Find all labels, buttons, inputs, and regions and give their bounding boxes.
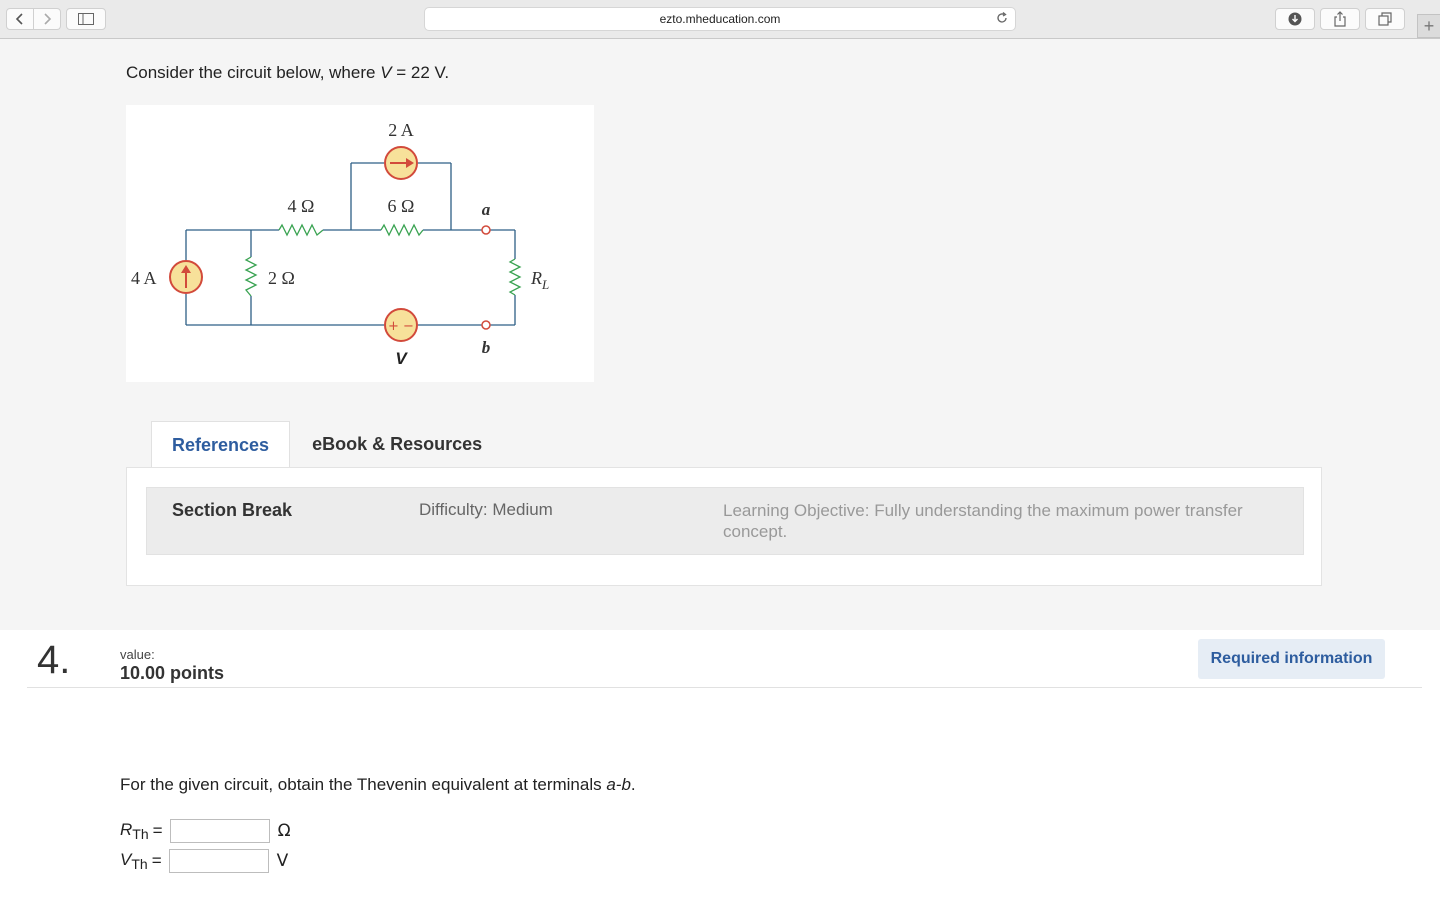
voltage-source: + − bbox=[384, 308, 418, 342]
forward-button[interactable] bbox=[34, 8, 61, 30]
label-voltage: V bbox=[395, 349, 408, 368]
answer-row-rth: RTh = Ω bbox=[120, 818, 291, 844]
plus-icon: + bbox=[1423, 15, 1435, 36]
question-4: 4. value: 10.00 points Required informat… bbox=[0, 630, 1440, 900]
voltage-polarity: + − bbox=[388, 319, 414, 334]
resistor-load bbox=[508, 258, 522, 296]
label-load: RL bbox=[530, 268, 549, 292]
download-icon bbox=[1288, 12, 1302, 26]
chevron-left-icon bbox=[15, 13, 23, 25]
label-4-ohm: 4 Ω bbox=[288, 196, 315, 216]
question-prompt: For the given circuit, obtain the Theven… bbox=[120, 775, 636, 795]
resistor-2-ohm bbox=[244, 256, 258, 297]
vth-symbol: VTh bbox=[120, 850, 148, 872]
label-node-a: a bbox=[482, 200, 491, 219]
ohm-unit: Ω bbox=[277, 821, 291, 841]
current-source-2a bbox=[384, 146, 418, 180]
resistor-6-ohm bbox=[380, 223, 424, 237]
answer-row-vth: VTh = V bbox=[120, 848, 288, 874]
tab-ebook-resources[interactable]: eBook & Resources bbox=[290, 421, 502, 468]
share-icon bbox=[1334, 11, 1346, 27]
terminal-a bbox=[481, 225, 491, 235]
circuit-figure: + − 2 A 4 Ω 6 Ω 2 Ω 4 A a b RL V bbox=[126, 105, 594, 382]
share-button[interactable] bbox=[1320, 8, 1360, 30]
sidebar-toggle-button[interactable] bbox=[66, 8, 106, 30]
section-break-label: Section Break bbox=[172, 500, 293, 520]
vth-equals: = bbox=[151, 851, 162, 870]
prompt-text: For the given circuit, obtain the Theven… bbox=[120, 775, 607, 794]
label-6-ohm: 6 Ω bbox=[388, 196, 415, 216]
value-label: value: bbox=[120, 647, 155, 662]
reference-tabs: References eBook & Resources bbox=[151, 421, 502, 469]
circuit-wires bbox=[185, 162, 516, 326]
tab-references[interactable]: References bbox=[151, 421, 291, 469]
prompt-terminals: a-b bbox=[606, 775, 631, 794]
learning-objective: Learning Objective: Fully understanding … bbox=[723, 501, 1243, 541]
vth-input[interactable] bbox=[168, 849, 269, 873]
divider bbox=[27, 687, 1422, 688]
intro-prefix: Consider the circuit below, where bbox=[126, 63, 381, 82]
reference-row: Section Break Difficulty: Medium Learnin… bbox=[146, 487, 1304, 555]
required-information-button[interactable]: Required information bbox=[1198, 639, 1385, 679]
tabs-icon bbox=[1378, 12, 1392, 26]
points-value: 10.00 points bbox=[120, 663, 225, 683]
new-tab-button[interactable]: + bbox=[1417, 14, 1440, 38]
intro-variable: V bbox=[380, 63, 392, 82]
label-2-ohm: 2 Ω bbox=[268, 268, 295, 288]
question-intro: Consider the circuit below, where V = 22… bbox=[126, 63, 449, 83]
label-node-b: b bbox=[482, 338, 491, 357]
label-2a: 2 A bbox=[388, 120, 414, 140]
question-number: 4. bbox=[37, 638, 71, 682]
terminal-b bbox=[481, 320, 491, 330]
downloads-button[interactable] bbox=[1275, 8, 1315, 30]
references-panel: Section Break Difficulty: Medium Learnin… bbox=[126, 467, 1322, 586]
circuit-diagram: + − 2 A 4 Ω 6 Ω 2 Ω 4 A a b RL V bbox=[131, 120, 549, 368]
difficulty-label: Difficulty: Medium bbox=[419, 500, 553, 519]
url-text: ezto.mheducation.com bbox=[659, 12, 781, 26]
rth-input[interactable] bbox=[169, 819, 270, 843]
tabs-overview-button[interactable] bbox=[1365, 8, 1405, 30]
chevron-right-icon bbox=[44, 13, 52, 25]
current-source-4a bbox=[169, 260, 203, 294]
prompt-end: . bbox=[630, 775, 636, 794]
label-4a: 4 A bbox=[131, 268, 157, 288]
rth-symbol: RTh bbox=[120, 820, 149, 842]
back-button[interactable] bbox=[6, 8, 34, 30]
intro-suffix: = 22 V. bbox=[391, 63, 450, 82]
reload-icon[interactable] bbox=[995, 11, 1009, 25]
volt-unit: V bbox=[276, 851, 289, 871]
address-bar[interactable]: ezto.mheducation.com bbox=[424, 7, 1016, 31]
browser-toolbar: ezto.mheducation.com + bbox=[0, 0, 1440, 39]
nav-buttons bbox=[6, 8, 61, 30]
sidebar-icon bbox=[78, 13, 94, 25]
resistor-4-ohm bbox=[278, 223, 324, 237]
rth-equals: = bbox=[152, 821, 163, 840]
